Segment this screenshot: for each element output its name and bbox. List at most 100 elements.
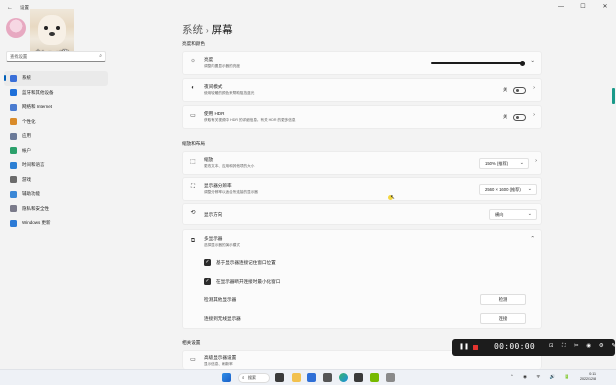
orientation-dropdown[interactable]: 横向 ⌄ (489, 209, 537, 220)
detect-label: 检测其他显示器 (204, 297, 237, 302)
settings-app-icon[interactable] (386, 373, 395, 382)
taskbar-search[interactable]: ⌕ 搜索 (238, 373, 270, 383)
chevron-down-icon: ⌄ (527, 186, 532, 192)
chevron-right-icon[interactable]: › (533, 112, 535, 118)
region-icon[interactable]: ⊡ (545, 343, 558, 349)
camera-icon[interactable]: ◉ (583, 343, 596, 349)
sidebar-item[interactable]: 系统 (4, 71, 108, 86)
media-icon[interactable] (323, 373, 332, 382)
mouse-cursor-icon: ↖ (390, 195, 396, 201)
sidebar-item-label: 隐私和安全性 (22, 205, 49, 211)
personalization-icon (10, 118, 17, 126)
sidebar-item[interactable]: 应用 (4, 129, 108, 144)
row-subtitle: 调整分辨率以适合所连接的显示器 (204, 190, 258, 194)
scale-row[interactable]: ⬚ 缩放 更改文本、应用和其他项的大小 150% (推荐) ⌄ › (182, 151, 542, 175)
sidebar: 小(⌐■_■)狗 查找设置 ⌕ 系统蓝牙和其他设备网络和 Internet个性化… (0, 0, 112, 385)
sidebar-item[interactable]: 游戏 (4, 173, 108, 188)
settings-search-input[interactable]: 查找设置 ⌕ (6, 51, 106, 62)
section-brightness-color: 亮度和颜色 (182, 41, 205, 46)
file-explorer-icon[interactable] (292, 373, 301, 382)
taskbar: ⌕ 搜索 ⌃ ◉ ᯤ 🔊 🔋 0:11 2022/12/8 (0, 369, 616, 385)
start-icon[interactable] (222, 373, 231, 382)
sidebar-item-label: 系统 (22, 75, 31, 81)
toggle-state: 关 (503, 87, 508, 92)
row-title: 高级显示器设置 (204, 355, 237, 360)
chevron-up-icon[interactable]: ⌃ (530, 236, 535, 242)
dog-eye (44, 26, 48, 30)
scissors-icon[interactable]: ✂ (570, 343, 583, 349)
brightness-slider[interactable] (431, 62, 525, 64)
update-icon (10, 219, 17, 227)
chevron-right-icon[interactable]: › (533, 85, 535, 91)
dog-eye (56, 26, 60, 30)
multi-display-icon: ⧉ (190, 238, 196, 244)
accessibility-icon (10, 190, 17, 198)
sidebar-item[interactable]: 帐户 (4, 144, 108, 159)
section-scale-layout: 缩放和布局 (182, 141, 205, 146)
screen-recorder-toolbar: ❚❚ 00:00:00 ⊡⛶✂◉⚙✎▣ (452, 339, 616, 356)
chevron-down-icon[interactable]: ⌄ (530, 58, 535, 64)
sidebar-item[interactable]: 个性化 (4, 115, 108, 130)
sidebar-item[interactable]: 网络和 Internet (4, 100, 108, 115)
sidebar-item[interactable]: Windows 更新 (4, 216, 108, 231)
resolution-dropdown[interactable]: 2560 × 1600 (推荐) ⌄ (479, 184, 537, 195)
minimize-window-checkbox[interactable]: ✓ (204, 278, 211, 285)
task-view-icon[interactable] (275, 373, 284, 382)
sun-icon: ☼ (190, 58, 196, 64)
taskbar-search-label: 搜索 (248, 375, 256, 380)
multi-display-panel: ⧉ 多显示器 选择显示器的演示模式 ⌃ ✓ 基于显示器连接记住窗口位置 ✓ 在显… (182, 229, 542, 329)
checkbox-label: 在显示器断开连接时最小化窗口 (216, 279, 281, 284)
scroll-indicator[interactable] (612, 88, 615, 104)
sidebar-item-label: Windows 更新 (22, 220, 51, 226)
breadcrumb-system[interactable]: 系统 (182, 24, 203, 36)
sidebar-item[interactable]: 辅助功能 (4, 187, 108, 202)
clock[interactable]: 0:11 2022/12/8 (580, 372, 596, 382)
hdr-toggle[interactable] (513, 113, 526, 121)
search-icon: ⌕ (242, 375, 245, 380)
night-light-icon: ◐ (191, 85, 195, 91)
row-title: 使用 HDR (204, 111, 225, 116)
pen-icon[interactable]: ✎ (608, 343, 616, 349)
scale-dropdown[interactable]: 150% (推荐) ⌄ (479, 158, 529, 169)
brightness-row[interactable]: ☼ 亮度 调整内置显示器的亮度 ⌄ (182, 51, 542, 75)
edge-icon[interactable] (339, 373, 348, 382)
app-icon[interactable] (354, 373, 363, 382)
row-subtitle: 显示信息、刷新率 (204, 362, 233, 366)
pause-icon[interactable]: ❚❚ (459, 343, 469, 350)
system-tray-icons[interactable]: ⌃ ◉ ᯤ 🔊 🔋 (510, 374, 574, 380)
connect-button[interactable]: 连接 (480, 313, 526, 324)
apps-icon (10, 132, 17, 140)
close-button[interactable]: ✕ (594, 0, 616, 14)
sidebar-item[interactable]: 隐私和安全性 (4, 202, 108, 217)
avatar[interactable] (6, 18, 26, 38)
sidebar-item-label: 帐户 (22, 147, 31, 153)
stop-icon[interactable] (473, 344, 478, 350)
sidebar-item[interactable]: 蓝牙和其他设备 (4, 86, 108, 101)
detect-button[interactable]: 检测 (480, 294, 526, 305)
fullscreen-icon[interactable]: ⛶ (558, 343, 571, 350)
night-light-toggle[interactable] (513, 86, 526, 94)
chevron-down-icon: ⌄ (527, 211, 532, 217)
dog-face (38, 15, 66, 45)
store-icon[interactable] (307, 373, 316, 382)
chevron-right-icon[interactable]: › (535, 158, 537, 164)
checkbox-label: 基于显示器连接记住窗口位置 (216, 260, 276, 265)
remember-window-checkbox[interactable]: ✓ (204, 259, 211, 266)
maximize-button[interactable]: ☐ (572, 0, 594, 14)
resolution-icon: ⛶ (190, 184, 196, 190)
gear-icon[interactable]: ⚙ (595, 343, 608, 349)
sidebar-item-label: 游戏 (22, 176, 31, 182)
privacy-icon (10, 205, 17, 213)
row-subtitle: 使用较暖的颜色来帮助阻挡蓝光 (204, 91, 255, 95)
brightness-slider-thumb[interactable] (519, 60, 525, 66)
recorder-tools: ⊡⛶✂◉⚙✎▣ (545, 343, 616, 350)
minimize-button[interactable]: — (550, 0, 572, 14)
row-subtitle: 更改文本、应用和其他项的大小 (204, 164, 255, 168)
row-subtitle: 获取有关视频中 HDR 的详细信息。有关 HDR 的更多信息 (204, 118, 296, 122)
nvidia-icon[interactable] (370, 373, 379, 382)
night-light-row[interactable]: ◐ 夜间模式 使用较暖的颜色来帮助阻挡蓝光 关 › (182, 78, 542, 102)
connect-label: 连接到无线显示器 (204, 316, 241, 321)
sidebar-item[interactable]: 时间和语言 (4, 158, 108, 173)
hdr-row[interactable]: ▭ 使用 HDR 获取有关视频中 HDR 的详细信息。有关 HDR 的更多信息 … (182, 105, 542, 129)
dropdown-value: 横向 (495, 212, 504, 217)
